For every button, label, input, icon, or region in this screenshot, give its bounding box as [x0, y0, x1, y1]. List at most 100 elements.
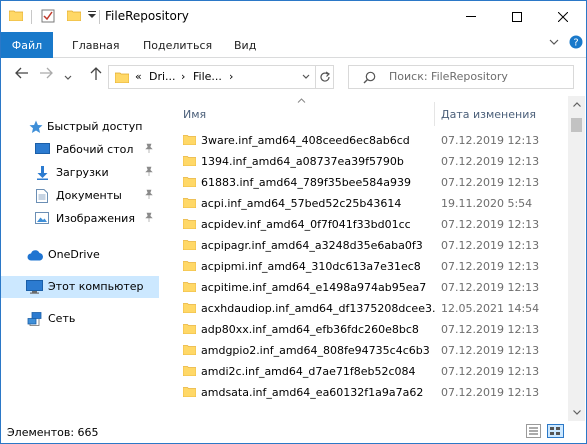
svg-text:?: ?	[573, 38, 578, 49]
folder-icon	[182, 260, 197, 274]
address-bar[interactable]: « Dri... › File... ›	[108, 65, 334, 89]
details-view-button[interactable]	[526, 424, 543, 440]
folder-icon	[8, 9, 24, 24]
breadcrumb-separator[interactable]: ›	[229, 70, 233, 83]
sidebar-item-onedrive[interactable]: OneDrive	[1, 244, 159, 266]
sidebar-item-desktop[interactable]: Рабочий стол	[1, 139, 159, 161]
tab-view[interactable]: Вид	[234, 32, 256, 58]
folder-icon	[182, 302, 197, 316]
column-resize-handle[interactable]	[434, 102, 435, 126]
file-date: 07.12.2019 12:13	[441, 365, 540, 378]
maximize-button[interactable]	[494, 1, 540, 32]
refresh-button[interactable]	[315, 66, 333, 88]
file-date: 07.12.2019 12:13	[441, 218, 540, 231]
file-name: acxhdaudiop.inf_amd64_df1375208dcee3...	[201, 302, 436, 315]
tab-home[interactable]: Главная	[72, 32, 120, 58]
sidebar-item-label: Быстрый доступ	[47, 120, 143, 133]
scrollbar-thumb[interactable]	[571, 118, 582, 132]
file-name: amdi2c.inf_amd64_d7ae71f8eb52c084	[201, 365, 416, 378]
star-icon	[29, 120, 43, 137]
file-date: 07.12.2019 12:13	[441, 344, 540, 357]
file-name: acpitime.inf_amd64_e1498a974ab95ea7	[201, 281, 427, 294]
file-row[interactable]: acxhdaudiop.inf_amd64_df1375208dcee3... 1…	[166, 298, 568, 319]
breadcrumb-filerepository[interactable]: File...	[193, 70, 222, 83]
file-row[interactable]: 1394.inf_amd64_a08737ea39f5790b 07.12.201…	[166, 151, 568, 172]
customize-toolbar-icon[interactable]	[88, 10, 97, 23]
back-button[interactable]	[13, 67, 31, 83]
file-name: amdsata.inf_amd64_ea60132f1a9a7a62	[201, 386, 424, 399]
breadcrumb-overflow[interactable]: «	[135, 70, 142, 83]
file-row[interactable]: 61883.inf_amd64_789f35bee584a939 07.12.20…	[166, 172, 568, 193]
sidebar-item-quick-access[interactable]: Быстрый доступ	[1, 116, 159, 138]
file-row[interactable]: amdgpio2.inf_amd64_808fe94735c4c6b3 07.12…	[166, 340, 568, 361]
forward-button[interactable]	[37, 67, 55, 83]
expand-ribbon-icon[interactable]	[549, 37, 559, 50]
sidebar-item-label: Документы	[56, 189, 122, 202]
file-row[interactable]: adp80xx.inf_amd64_efb36fdc260e8bc8 07.12.…	[166, 319, 568, 340]
scroll-down-arrow[interactable]	[568, 404, 585, 421]
file-row[interactable]: 3ware.inf_amd64_408ceed6ec8ab6cd 07.12.20…	[166, 130, 568, 151]
column-header-name[interactable]: Имя	[183, 108, 206, 121]
sidebar-item-this-pc[interactable]: Этот компьютер	[1, 276, 159, 298]
sidebar-item-label: Этот компьютер	[48, 280, 144, 293]
file-row[interactable]: acpidev.inf_amd64_0f7f041f33bd01cc 07.12.…	[166, 214, 568, 235]
folder-icon	[182, 365, 197, 379]
file-date: 07.12.2019 12:13	[441, 281, 540, 294]
pin-icon[interactable]	[144, 143, 154, 156]
folder-icon	[182, 281, 197, 295]
ribbon-tabs: Файл Главная Поделиться Вид ?	[1, 32, 586, 58]
network-icon	[27, 312, 43, 329]
file-date: 07.12.2019 12:13	[441, 260, 540, 273]
file-date: 07.12.2019 12:13	[441, 323, 540, 336]
pin-icon[interactable]	[144, 212, 154, 225]
minimize-button[interactable]	[448, 1, 494, 32]
file-name: acpipmi.inf_amd64_310dc613a7e31ec8	[201, 260, 421, 273]
folder-icon	[182, 239, 197, 253]
pin-icon[interactable]	[144, 189, 154, 202]
new-folder-icon[interactable]	[66, 9, 82, 24]
sidebar-item-network[interactable]: Сеть	[1, 308, 159, 330]
folder-icon	[182, 344, 197, 358]
divider	[99, 10, 100, 24]
scroll-up-arrow[interactable]	[568, 96, 585, 113]
tab-file[interactable]: Файл	[1, 32, 53, 58]
folder-icon	[182, 323, 197, 337]
sidebar-item-pictures[interactable]: Изображения	[1, 208, 159, 230]
folder-icon	[182, 155, 197, 169]
address-dropdown[interactable]	[299, 68, 313, 86]
properties-icon[interactable]	[41, 9, 55, 26]
folder-icon	[182, 197, 197, 211]
divider	[31, 10, 32, 24]
pictures-icon	[35, 212, 49, 227]
file-date: 07.12.2019 12:13	[441, 239, 540, 252]
tab-share[interactable]: Поделиться	[143, 32, 212, 58]
sidebar-item-downloads[interactable]: Загрузки	[1, 162, 159, 184]
sidebar-item-documents[interactable]: Документы	[1, 185, 159, 207]
breadcrumb-drivers[interactable]: Dri...	[149, 70, 176, 83]
file-date: 07.12.2019 12:13	[441, 386, 540, 399]
recent-locations-button[interactable]	[59, 69, 77, 85]
folder-icon	[182, 218, 197, 232]
sort-ascending-icon	[297, 96, 306, 105]
file-row[interactable]: acpipagr.inf_amd64_a3248d35e6aba0f3 07.12…	[166, 235, 568, 256]
file-row[interactable]: amdi2c.inf_amd64_d7ae71f8eb52c084 07.12.2…	[166, 361, 568, 382]
sidebar-item-label: Рабочий стол	[56, 143, 134, 156]
file-row[interactable]: acpitime.inf_amd64_e1498a974ab95ea7 07.12…	[166, 277, 568, 298]
file-date: 12.05.2021 14:54	[441, 302, 540, 315]
file-row[interactable]: acpipmi.inf_amd64_310dc613a7e31ec8 07.12.…	[166, 256, 568, 277]
search-box[interactable]: Поиск: FileRepository	[348, 65, 574, 89]
file-row[interactable]: acpi.inf_amd64_57bed52c25b43614 19.11.202…	[166, 193, 568, 214]
search-input[interactable]: Поиск: FileRepository	[389, 70, 508, 83]
close-button[interactable]	[540, 1, 586, 32]
help-icon[interactable]: ?	[569, 35, 583, 52]
file-name: acpi.inf_amd64_57bed52c25b43614	[201, 197, 402, 210]
large-icons-view-button[interactable]	[547, 424, 564, 440]
up-button[interactable]	[87, 67, 105, 85]
pin-icon[interactable]	[144, 166, 154, 179]
file-name: adp80xx.inf_amd64_efb36fdc260e8bc8	[201, 323, 419, 336]
column-header-date[interactable]: Дата изменения	[441, 108, 536, 121]
file-name: 3ware.inf_amd64_408ceed6ec8ab6cd	[201, 134, 410, 147]
file-row[interactable]: amdsata.inf_amd64_ea60132f1a9a7a62 07.12.…	[166, 382, 568, 403]
breadcrumb-separator[interactable]: ›	[181, 70, 185, 83]
vertical-scrollbar[interactable]	[568, 96, 585, 421]
